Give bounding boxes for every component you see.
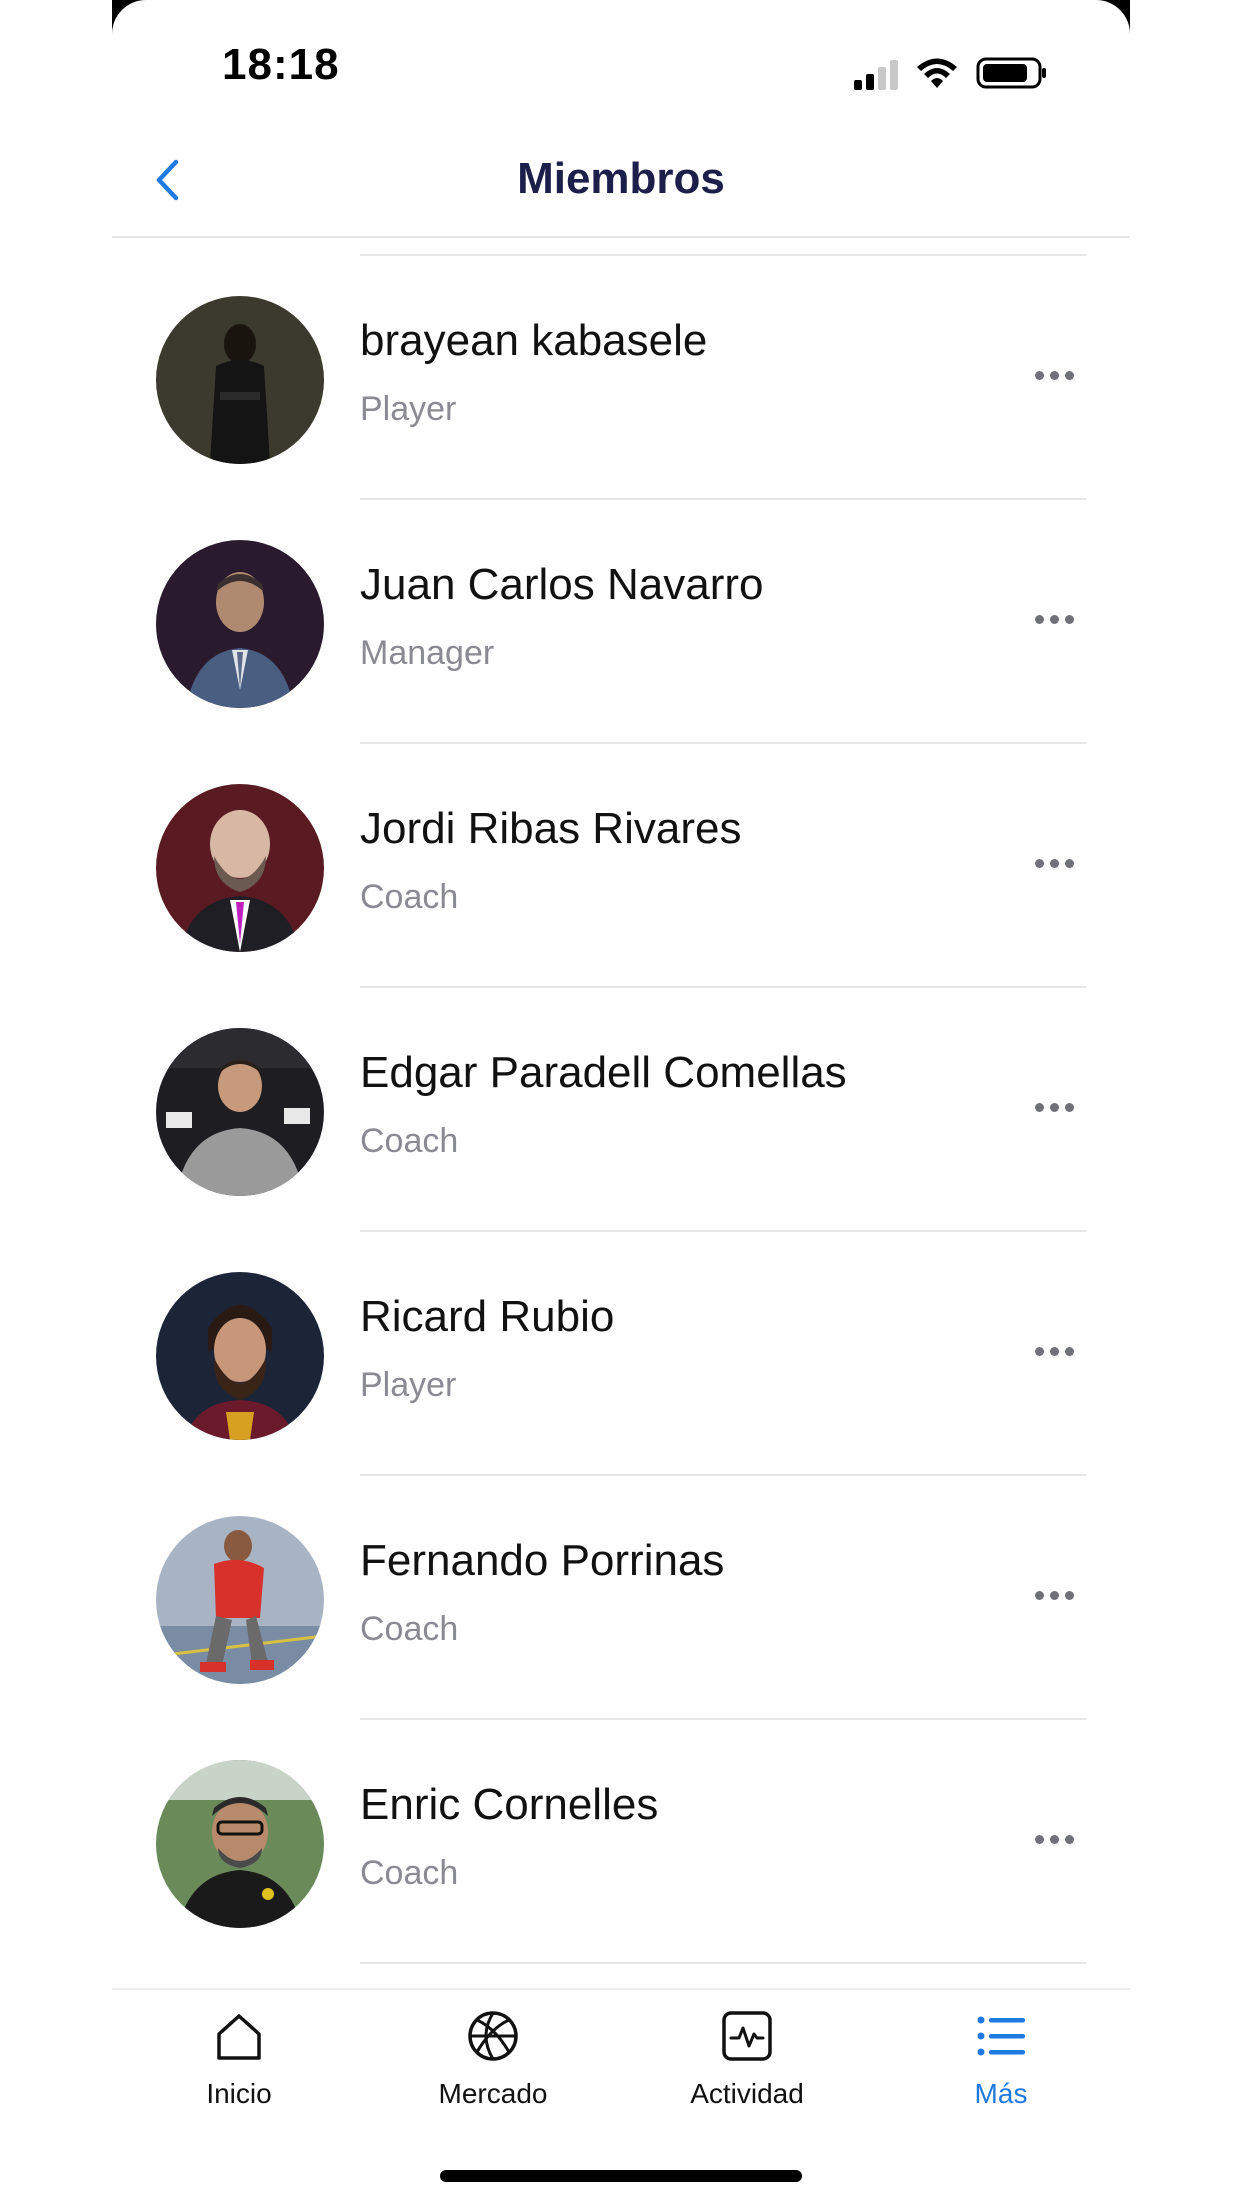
activity-icon bbox=[717, 2006, 777, 2066]
more-options-button[interactable] bbox=[1026, 1336, 1082, 1366]
ellipsis-icon bbox=[1034, 1346, 1044, 1356]
tab-actividad[interactable]: Actividad bbox=[620, 2006, 874, 2136]
tab-mercado[interactable]: Mercado bbox=[366, 2006, 620, 2136]
member-row[interactable]: Jordi Ribas Rivares Coach bbox=[112, 744, 1130, 988]
basketball-icon bbox=[463, 2006, 523, 2066]
avatar bbox=[156, 296, 324, 464]
ellipsis-icon bbox=[1034, 1590, 1044, 1600]
ellipsis-icon bbox=[1034, 370, 1044, 380]
member-row[interactable]: Ricard Rubio Player bbox=[112, 1232, 1130, 1476]
more-options-button[interactable] bbox=[1026, 604, 1082, 634]
avatar bbox=[156, 1272, 324, 1440]
member-role: Coach bbox=[360, 1610, 459, 1648]
more-options-button[interactable] bbox=[1026, 1092, 1082, 1122]
member-role: Manager bbox=[360, 634, 495, 672]
member-name: brayean kabasele bbox=[360, 316, 708, 365]
member-name: Edgar Paradell Comellas bbox=[360, 1048, 847, 1097]
navigation-bar: Miembros bbox=[112, 120, 1130, 238]
tab-label: Más bbox=[974, 2078, 1028, 2109]
member-row[interactable]: brayean kabasele Player bbox=[112, 256, 1130, 500]
member-row[interactable]: Edgar Paradell Comellas Coach bbox=[112, 988, 1130, 1232]
member-role: Coach bbox=[360, 1122, 459, 1160]
member-name: Fernando Porrinas bbox=[360, 1536, 725, 1585]
status-icons bbox=[854, 50, 1048, 90]
ellipsis-icon bbox=[1034, 1834, 1044, 1844]
tab-inicio[interactable]: Inicio bbox=[112, 2006, 366, 2136]
member-name: Enric Cornelles bbox=[360, 1780, 659, 1829]
avatar bbox=[156, 1760, 324, 1928]
avatar bbox=[156, 540, 324, 708]
more-options-button[interactable] bbox=[1026, 848, 1082, 878]
wifi-icon bbox=[917, 58, 957, 88]
member-name: Ricard Rubio bbox=[360, 1292, 615, 1341]
member-role: Player bbox=[360, 1366, 457, 1404]
member-role: Coach bbox=[360, 878, 459, 916]
member-row[interactable]: Juan Carlos Navarro Manager bbox=[112, 500, 1130, 744]
member-row[interactable]: Fernando Porrinas Coach bbox=[112, 1476, 1130, 1720]
member-role: Player bbox=[360, 390, 457, 428]
avatar bbox=[156, 1028, 324, 1196]
status-bar: 18:18 bbox=[112, 0, 1130, 120]
avatar bbox=[156, 784, 324, 952]
member-role: Coach bbox=[360, 1854, 459, 1892]
status-time: 18:18 bbox=[222, 40, 340, 89]
ellipsis-icon bbox=[1034, 1102, 1044, 1112]
app-screen: 18:18 Miembros brayean kabasele Player J… bbox=[112, 0, 1130, 2208]
home-icon bbox=[209, 2006, 269, 2066]
home-indicator bbox=[440, 2170, 802, 2182]
battery-icon bbox=[976, 57, 1046, 89]
member-row[interactable]: Enric Cornelles Coach bbox=[112, 1720, 1130, 1964]
tab-mas[interactable]: Más bbox=[874, 2006, 1128, 2136]
avatar bbox=[156, 1516, 324, 1684]
list-icon bbox=[971, 2006, 1031, 2066]
member-name: Jordi Ribas Rivares bbox=[360, 804, 742, 853]
ellipsis-icon bbox=[1034, 614, 1044, 624]
member-name: Juan Carlos Navarro bbox=[360, 560, 764, 609]
more-options-button[interactable] bbox=[1026, 1580, 1082, 1610]
list-divider bbox=[360, 1962, 1086, 1964]
page-title: Miembros bbox=[517, 154, 725, 203]
tab-label: Actividad bbox=[690, 2078, 804, 2109]
ellipsis-icon bbox=[1034, 858, 1044, 868]
more-options-button[interactable] bbox=[1026, 1824, 1082, 1854]
cellular-signal-icon bbox=[854, 58, 898, 90]
more-options-button[interactable] bbox=[1026, 360, 1082, 390]
tab-label: Mercado bbox=[438, 2078, 548, 2109]
tab-label: Inicio bbox=[206, 2078, 272, 2109]
